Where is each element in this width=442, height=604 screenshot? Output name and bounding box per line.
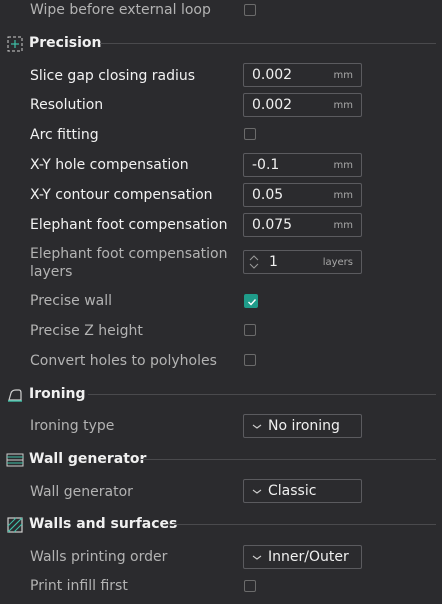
setting-row-arc-fitting: Arc fitting <box>0 122 442 150</box>
section-title: Wall generator <box>29 451 147 467</box>
setting-label: X-Y hole compensation <box>30 157 189 173</box>
precision-icon <box>7 36 23 52</box>
setting-label: Print infill first <box>30 578 128 594</box>
setting-label: Arc fitting <box>30 127 99 143</box>
setting-label: Elephant foot compensation layers <box>30 246 228 280</box>
section-ironing: Ironing <box>0 384 442 406</box>
section-title: Precision <box>29 35 102 51</box>
slice-gap-input[interactable]: 0.002 mm <box>243 63 362 87</box>
wall-generator-select[interactable]: Classic <box>243 479 362 503</box>
field-unit: mm <box>333 70 353 81</box>
setting-label: Precise Z height <box>30 323 143 339</box>
section-walls-and-surfaces: Walls and surfaces <box>0 514 442 536</box>
chevron-down-icon <box>252 424 262 429</box>
section-precision: Precision <box>0 33 442 55</box>
select-value: Classic <box>268 483 317 499</box>
field-unit: mm <box>333 220 353 231</box>
precise-z-height-checkbox[interactable] <box>244 324 256 336</box>
walls-surfaces-icon <box>7 517 23 533</box>
field-value: -0.1 <box>252 157 280 173</box>
setting-row-resolution: Resolution 0.002 mm <box>0 92 442 120</box>
setting-label: Elephant foot compensation <box>30 217 228 233</box>
setting-row-wipe-before-external-loop: Wipe before external loop <box>0 0 442 28</box>
resolution-input[interactable]: 0.002 mm <box>243 93 362 117</box>
section-wall-generator: Wall generator <box>0 449 442 471</box>
field-value: 0.002 <box>252 67 293 83</box>
setting-row-ironing-type: Ironing type No ironing <box>0 413 442 441</box>
precise-wall-checkbox[interactable] <box>244 294 258 308</box>
field-unit: mm <box>333 160 353 171</box>
setting-label: Walls printing order <box>30 549 168 565</box>
setting-row-slice-gap: Slice gap closing radius 0.002 mm <box>0 62 442 90</box>
chevron-down-icon <box>252 555 262 560</box>
print-infill-first-checkbox[interactable] <box>244 580 256 592</box>
section-divider <box>88 394 436 395</box>
field-value: 0.002 <box>252 97 293 113</box>
setting-label: Resolution <box>30 97 104 113</box>
select-value: Inner/Outer <box>268 549 349 565</box>
setting-label: Ironing type <box>30 418 115 434</box>
xy-hole-compensation-input[interactable]: -0.1 mm <box>243 153 362 177</box>
spinner-arrows-icon[interactable] <box>247 252 261 272</box>
convert-holes-checkbox[interactable] <box>244 354 256 366</box>
walls-printing-order-select[interactable]: Inner/Outer <box>243 545 362 569</box>
setting-row-elephant-foot: Elephant foot compensation 0.075 mm <box>0 211 442 239</box>
setting-label: Slice gap closing radius <box>30 68 196 84</box>
field-value: 0.05 <box>252 187 284 203</box>
wipe-before-external-loop-checkbox[interactable] <box>244 4 256 16</box>
arc-fitting-checkbox[interactable] <box>244 128 256 140</box>
chevron-down-icon <box>252 489 262 494</box>
section-divider <box>140 459 436 460</box>
select-value: No ironing <box>268 418 340 434</box>
setting-label: Wipe before external loop <box>30 2 211 18</box>
ironing-type-select[interactable]: No ironing <box>243 414 362 438</box>
field-unit: mm <box>333 190 353 201</box>
setting-row-elephant-layers: Elephant foot compensation layers 1 laye… <box>0 244 442 282</box>
setting-row-convert-holes: Convert holes to polyholes <box>0 350 442 378</box>
elephant-foot-layers-spinner[interactable]: 1 layers <box>243 250 362 274</box>
field-value: 0.075 <box>252 217 293 233</box>
setting-label: Wall generator <box>30 484 133 500</box>
setting-row-wall-generator: Wall generator Classic <box>0 478 442 506</box>
setting-label: Convert holes to polyholes <box>30 353 217 369</box>
setting-row-xy-hole: X-Y hole compensation -0.1 mm <box>0 151 442 179</box>
wall-generator-icon <box>6 453 24 467</box>
elephant-foot-compensation-input[interactable]: 0.075 mm <box>243 213 362 237</box>
section-title: Ironing <box>29 386 86 402</box>
setting-row-walls-printing-order: Walls printing order Inner/Outer <box>0 544 442 572</box>
section-title: Walls and surfaces <box>29 516 178 532</box>
section-divider <box>166 524 436 525</box>
xy-contour-compensation-input[interactable]: 0.05 mm <box>243 183 362 207</box>
field-unit: mm <box>333 100 353 111</box>
ironing-icon <box>8 389 22 402</box>
setting-row-precise-wall: Precise wall <box>0 290 442 318</box>
section-divider <box>100 43 436 44</box>
setting-label: X-Y contour compensation <box>30 187 213 203</box>
setting-row-precise-z: Precise Z height <box>0 320 442 348</box>
setting-label: Precise wall <box>30 293 113 309</box>
field-unit: layers <box>322 257 353 268</box>
field-value: 1 <box>269 254 278 270</box>
setting-row-xy-contour: X-Y contour compensation 0.05 mm <box>0 181 442 209</box>
checkmark-icon <box>248 299 257 306</box>
